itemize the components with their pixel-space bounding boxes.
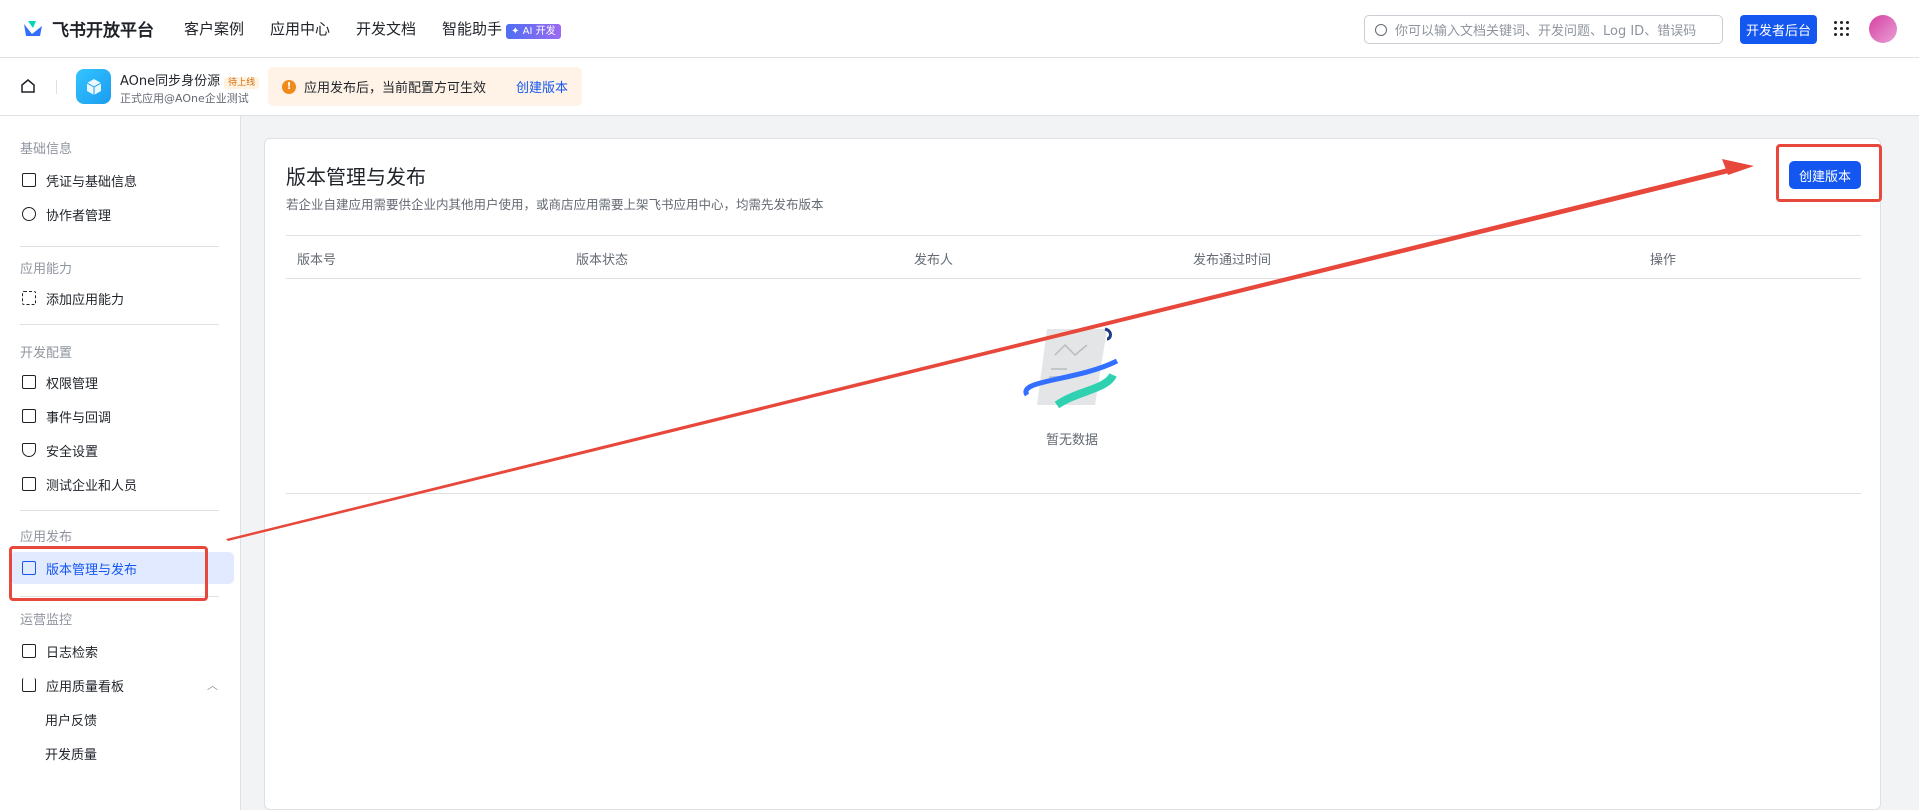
- col-actions: 操作: [1650, 253, 1677, 268]
- search-placeholder: 你可以输入文档关键词、开发问题、Log ID、错误码: [1395, 24, 1697, 39]
- sidebar-item-collaborators[interactable]: 协作者管理: [10, 198, 234, 230]
- status-badge: 待上线: [224, 77, 260, 89]
- id-card-icon: [22, 173, 36, 187]
- annotation-box-sidebar: [9, 546, 208, 601]
- page-title: 版本管理与发布: [286, 165, 426, 189]
- sidebar-item-add-capability[interactable]: 添加应用能力: [10, 282, 234, 314]
- brand-logo[interactable]: 飞书开放平台: [22, 16, 154, 41]
- sidebar-item-dev-quality[interactable]: 开发质量: [10, 737, 234, 769]
- ai-badge: ✦ AI 开发: [506, 24, 561, 39]
- nav-app-center[interactable]: 应用中心: [270, 18, 330, 39]
- avatar[interactable]: [1869, 15, 1897, 43]
- feishu-logo-icon: [24, 20, 42, 36]
- annotation-box-create: [1776, 144, 1882, 202]
- sidebar-item-label: 添加应用能力: [46, 292, 125, 308]
- search-input[interactable]: 你可以输入文档关键词、开发问题、Log ID、错误码: [1364, 15, 1723, 44]
- sidebar-item-security[interactable]: 安全设置: [10, 434, 234, 466]
- section-publish: 应用发布: [20, 530, 73, 545]
- nav-docs[interactable]: 开发文档: [356, 18, 416, 39]
- notice-text: 应用发布后，当前配置方可生效: [304, 81, 487, 96]
- divider: [20, 324, 219, 325]
- sidebar-item-label: 凭证与基础信息: [46, 174, 138, 190]
- divider: [286, 493, 1861, 494]
- section-operations: 运营监控: [20, 613, 73, 628]
- code-icon: [22, 477, 36, 491]
- notice-create-version-link[interactable]: 创建版本: [516, 77, 568, 96]
- col-status: 版本状态: [576, 253, 629, 268]
- brand-name: 飞书开放平台: [52, 21, 154, 41]
- sidebar-item-permissions[interactable]: 权限管理: [10, 366, 234, 398]
- app-icon: [76, 69, 111, 104]
- grid-add-icon: [22, 291, 36, 305]
- lock-box-icon: [22, 375, 36, 389]
- log-search-icon: [22, 644, 36, 658]
- chevron-up-icon[interactable]: ︿: [207, 677, 218, 693]
- sidebar-item-logs[interactable]: 日志检索: [10, 635, 234, 667]
- sidebar-item-label: 事件与回调: [46, 410, 112, 426]
- apps-grid-icon[interactable]: [1834, 21, 1850, 37]
- sidebar-item-label: 权限管理: [46, 376, 99, 392]
- shield-icon: [22, 443, 36, 457]
- sidebar-item-label: 用户反馈: [45, 713, 98, 729]
- empty-document-icon: [1023, 327, 1119, 409]
- sidebar-item-feedback[interactable]: 用户反馈: [10, 703, 234, 735]
- sidebar-item-events[interactable]: 事件与回调: [10, 400, 234, 432]
- sidebar-item-label: 协作者管理: [46, 208, 112, 224]
- sidebar-item-quality-board[interactable]: 应用质量看板 ︿: [10, 669, 234, 701]
- sidebar-item-label: 安全设置: [46, 444, 99, 460]
- section-dev-config: 开发配置: [20, 346, 73, 361]
- sidebar-item-label: 应用质量看板: [46, 679, 125, 695]
- app-name: AOne同步身份源: [120, 74, 221, 89]
- divider: [56, 80, 57, 94]
- col-publisher: 发布人: [914, 253, 954, 268]
- user-add-icon: [22, 207, 36, 221]
- page-subtitle: 若企业自建应用需要供企业内其他用户使用，或商店应用需要上架飞书应用中心，均需先发…: [286, 197, 824, 212]
- sidebar: 基础信息 凭证与基础信息 协作者管理 应用能力 添加应用能力 开发配置 权限管理…: [0, 116, 241, 810]
- home-icon[interactable]: [20, 78, 36, 94]
- top-nav-bar: 飞书开放平台 客户案例 应用中心 开发文档 智能助手 ✦ AI 开发 你可以输入文…: [0, 0, 1919, 58]
- empty-state: 暂无数据: [1007, 325, 1137, 448]
- warning-icon: !: [282, 79, 296, 94]
- search-icon: [1375, 23, 1387, 36]
- table-header: 版本号 版本状态 发布人 发布通过时间 操作: [286, 235, 1861, 279]
- sidebar-item-credentials[interactable]: 凭证与基础信息: [10, 164, 234, 196]
- app-header: AOne同步身份源 待上线 正式应用@AOne企业测试 ! 应用发布后，当前配置方…: [0, 58, 1919, 116]
- divider: [20, 510, 219, 511]
- event-icon: [22, 409, 36, 423]
- col-approved-time: 发布通过时间: [1193, 253, 1272, 268]
- empty-text: 暂无数据: [1045, 433, 1098, 448]
- sidebar-item-label: 日志检索: [46, 645, 99, 661]
- sidebar-item-test-tenants[interactable]: 测试企业和人员: [10, 468, 234, 500]
- col-version: 版本号: [297, 253, 337, 268]
- sidebar-item-label: 测试企业和人员: [46, 478, 138, 494]
- sidebar-item-label: 开发质量: [45, 747, 98, 763]
- divider: [20, 246, 219, 247]
- nav-assistant-label: 智能助手: [442, 20, 503, 38]
- publish-notice: ! 应用发布后，当前配置方可生效 创建版本: [268, 67, 582, 106]
- cube-icon: [86, 78, 101, 95]
- bar-chart-icon: [22, 678, 36, 692]
- nav-assistant[interactable]: 智能助手 ✦ AI 开发: [442, 18, 561, 39]
- version-management-card: 版本管理与发布 若企业自建应用需要供企业内其他用户使用，或商店应用需要上架飞书应…: [264, 138, 1881, 810]
- section-basic: 基础信息: [20, 142, 73, 157]
- nav-cases[interactable]: 客户案例: [184, 18, 244, 39]
- developer-console-button[interactable]: 开发者后台: [1740, 15, 1817, 44]
- app-subtitle: 正式应用@AOne企业测试: [120, 92, 249, 105]
- section-capabilities: 应用能力: [20, 262, 73, 277]
